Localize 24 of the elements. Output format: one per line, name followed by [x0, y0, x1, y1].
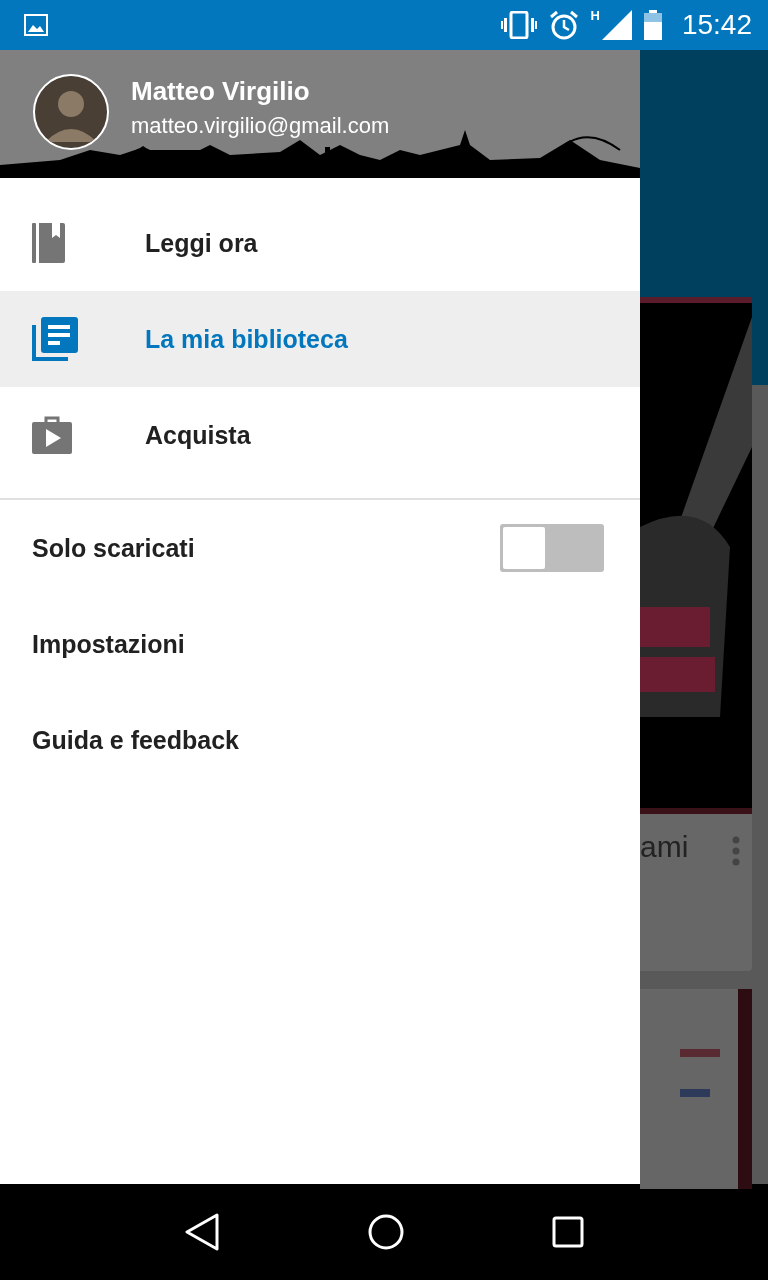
home-icon[interactable]	[368, 1214, 404, 1250]
alarm-icon	[548, 10, 579, 40]
signal-icon	[601, 10, 632, 40]
shopping-bag-icon	[32, 416, 72, 454]
account-email: matteo.virgilio@gmail.com	[131, 112, 390, 139]
image-icon	[24, 14, 48, 36]
book-icon	[32, 223, 66, 263]
toggle-switch[interactable]	[500, 524, 604, 572]
nav-item[interactable]: Acquista	[0, 387, 640, 483]
setting-label: Solo scaricati	[32, 533, 195, 563]
nav-item[interactable]: Leggi ora	[0, 195, 640, 291]
book-title: ami	[640, 830, 689, 864]
battery-icon	[643, 10, 662, 40]
vibrate-icon	[500, 11, 537, 39]
clock-time: 15:42	[681, 9, 752, 41]
library-icon	[32, 317, 78, 361]
nav-item[interactable]: La mia biblioteca	[0, 291, 640, 387]
avatar[interactable]	[33, 74, 109, 150]
menu-item[interactable]: Impostazioni	[0, 596, 193, 692]
menu-item[interactable]: Guida e feedback	[0, 692, 248, 788]
back-icon[interactable]	[184, 1213, 220, 1251]
account-name: Matteo Virgilio	[131, 75, 311, 107]
recents-icon[interactable]	[552, 1216, 584, 1248]
network-type: H	[590, 8, 600, 23]
